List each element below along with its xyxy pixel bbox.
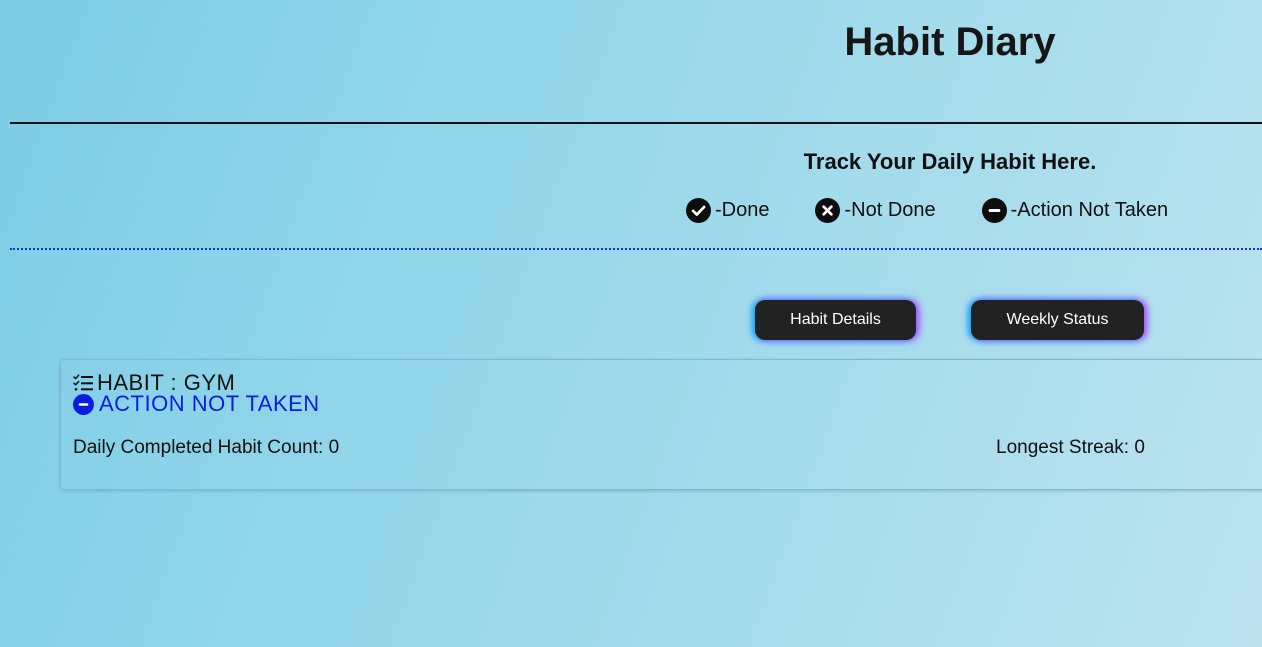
x-circle-icon	[815, 198, 841, 223]
legend-done-label: -Done	[715, 199, 770, 221]
status-legend: -Done -Not Done -Action Not Taken	[686, 198, 1168, 223]
header-divider	[10, 122, 1262, 124]
minus-circle-icon	[73, 393, 94, 415]
habit-card: HABIT : GYM ACTION NOT TAKEN Daily Compl…	[60, 359, 1262, 490]
legend-not-done-label: -Not Done	[844, 199, 936, 221]
habit-details-button[interactable]: Habit Details	[755, 300, 916, 340]
legend-divider	[10, 248, 1262, 250]
habit-status-row: ACTION NOT TAKEN	[73, 393, 320, 415]
legend-done: -Done	[686, 198, 769, 223]
page-title: Habit Diary	[844, 20, 1056, 64]
longest-streak: Longest Streak: 0	[996, 437, 1145, 458]
page-subtitle: Track Your Daily Habit Here.	[803, 149, 1097, 174]
check-circle-icon	[686, 198, 711, 223]
habit-status: ACTION NOT TAKEN	[99, 391, 320, 416]
legend-action-not-taken-label: -Action Not Taken	[1010, 199, 1169, 221]
legend-not-done: -Not Done	[815, 198, 936, 223]
list-check-icon	[73, 374, 93, 391]
daily-completed-count: Daily Completed Habit Count: 0	[73, 437, 340, 458]
legend-action-not-taken: -Action Not Taken	[981, 198, 1169, 223]
weekly-status-button[interactable]: Weekly Status	[971, 300, 1144, 340]
minus-circle-icon	[981, 198, 1007, 223]
